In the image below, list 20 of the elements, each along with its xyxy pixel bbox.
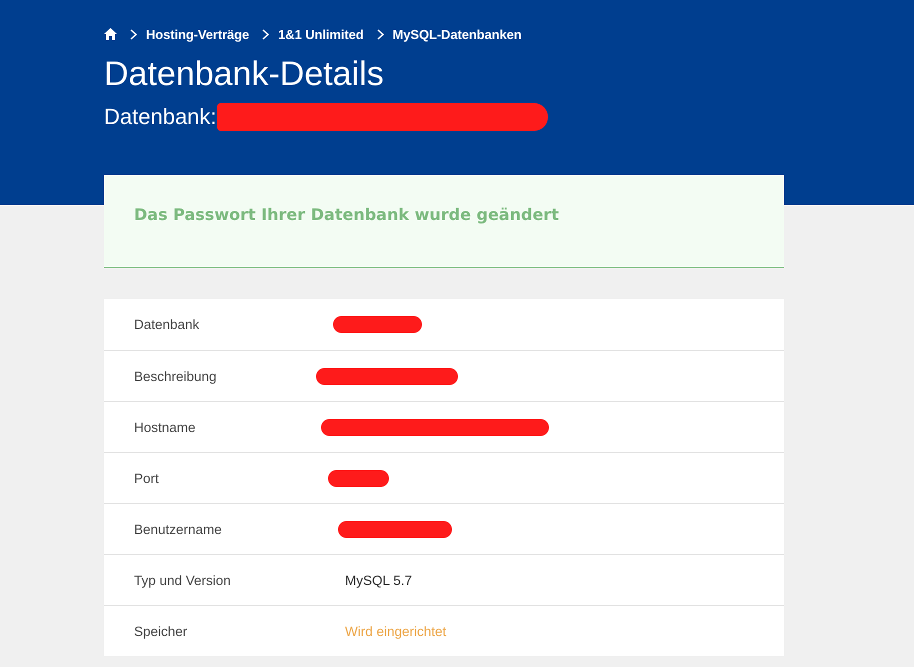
detail-label: Port — [134, 470, 159, 486]
chevron-icon — [262, 28, 270, 40]
notice-message: Das Passwort Ihrer Datenbank wurde geändert — [134, 205, 559, 225]
detail-label: Benutzername — [134, 522, 222, 536]
detail-label: Speicher — [134, 624, 188, 638]
chevron-icon — [130, 28, 137, 40]
detail-status: Wird eingerichtet — [345, 624, 446, 638]
redaction-mark — [328, 470, 389, 486]
home-icon[interactable] — [104, 28, 117, 40]
chevron-icon — [376, 28, 384, 40]
page-subtitle: Datenbank: — [104, 104, 217, 130]
detail-label: Hostname — [134, 420, 196, 434]
detail-label: Datenbank — [134, 317, 200, 332]
detail-label: Typ und Version — [134, 572, 231, 588]
detail-label: Beschreibung — [134, 368, 217, 384]
breadcrumb-link[interactable]: 1&1 Unlimited — [278, 26, 364, 42]
breadcrumb-link[interactable]: MySQL-Datenbanken — [392, 26, 522, 42]
detail-value: MySQL 5.7 — [345, 572, 412, 588]
page-title: Datenbank-Details — [104, 54, 384, 94]
breadcrumb-link[interactable]: Hosting-Verträge — [146, 26, 250, 42]
